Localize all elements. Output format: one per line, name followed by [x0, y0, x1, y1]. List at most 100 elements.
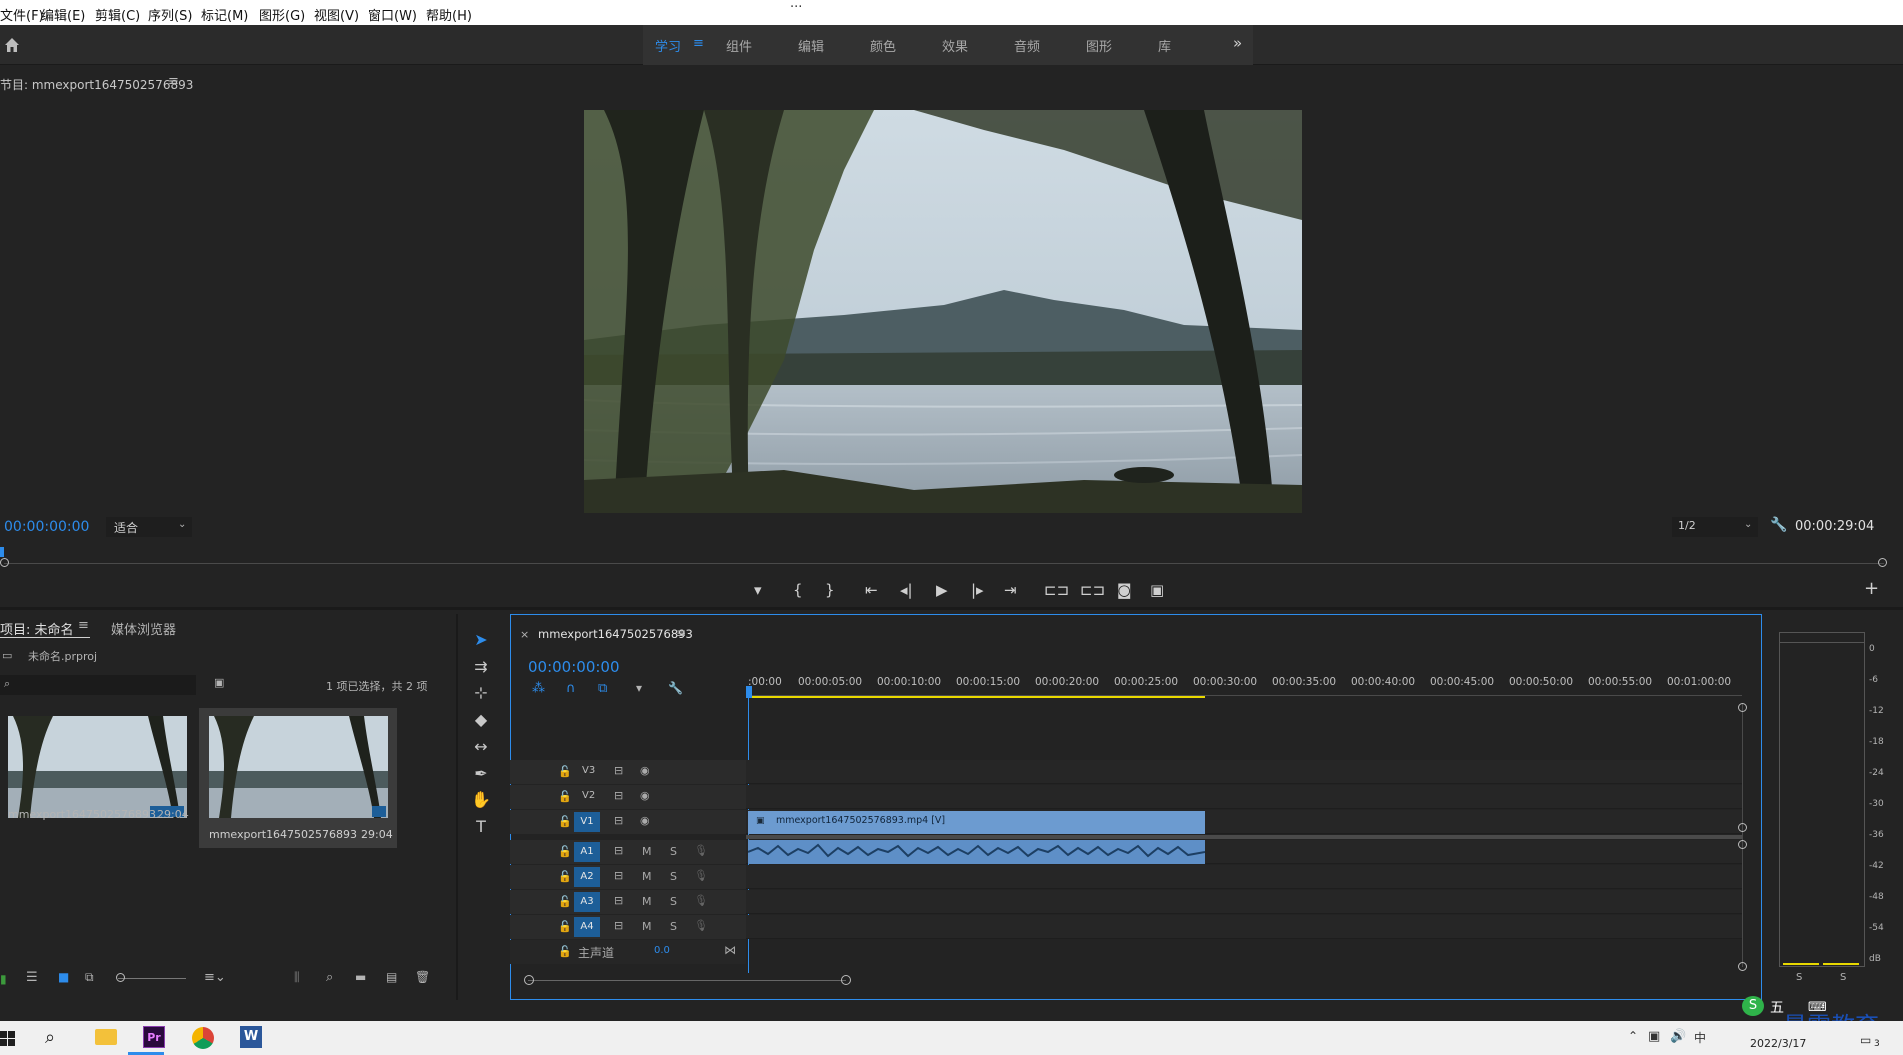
hand-tool-icon[interactable]: ✋	[460, 790, 502, 814]
video-clip[interactable]: ▣ mmexport1647502576893.mp4 [V]	[748, 811, 1205, 834]
type-tool-icon[interactable]: T	[460, 817, 502, 841]
horizontal-scrollbar[interactable]	[528, 980, 846, 981]
film-icon[interactable]: ⊟	[614, 844, 623, 857]
project-item-selected[interactable]: mmexport1647502576893 29:04	[199, 708, 397, 848]
ime-mode-label[interactable]: 五	[1770, 997, 1784, 1017]
film-icon[interactable]: ⊟	[614, 789, 623, 802]
meter-solo-right[interactable]: S	[1840, 972, 1846, 983]
menu-clip[interactable]: 剪辑(C)	[95, 5, 140, 24]
film-icon[interactable]: ⊟	[614, 894, 623, 907]
add-marker-icon[interactable]: ▾	[636, 681, 642, 695]
volume-icon[interactable]: 🔊	[1670, 1029, 1686, 1044]
network-icon[interactable]: ▣	[1648, 1029, 1660, 1044]
lock-icon[interactable]: 🔓	[558, 920, 572, 933]
tab-audio[interactable]: 音频	[1014, 36, 1040, 55]
word-icon[interactable]: W	[240, 1026, 262, 1048]
lock-icon[interactable]: 🔓	[558, 790, 572, 803]
track-label[interactable]: A1	[574, 842, 600, 862]
resolution-select[interactable]: 1/2 ⌄	[1672, 517, 1758, 537]
track-row-v3[interactable]	[746, 760, 1742, 784]
panel-menu-icon[interactable]: ≡	[676, 626, 686, 640]
film-icon[interactable]: ⊟	[614, 919, 623, 932]
solo-button[interactable]: S	[670, 870, 677, 883]
solo-button[interactable]: S	[670, 920, 677, 933]
meter-solo-left[interactable]: S	[1796, 972, 1802, 983]
track-select-tool-icon[interactable]: ⇉	[460, 657, 502, 681]
tab-color[interactable]: 颜色	[870, 36, 896, 55]
track-label[interactable]: A2	[574, 867, 600, 887]
scroll-handle[interactable]	[1738, 840, 1747, 849]
step-forward-icon[interactable]: |▸	[971, 581, 984, 599]
master-volume-value[interactable]: 0.0	[654, 945, 670, 956]
mute-button[interactable]: M	[642, 870, 652, 883]
scrubber-start-handle[interactable]	[0, 558, 9, 567]
film-icon[interactable]: ⊟	[614, 764, 623, 777]
project-item[interactable]: mmexport1647502576893... 29:04	[0, 708, 194, 828]
track-row-a3[interactable]	[746, 890, 1742, 914]
menu-sequence[interactable]: 序列(S)	[148, 5, 192, 24]
microphone-icon[interactable]: 🎙	[694, 844, 708, 857]
icon-view-icon[interactable]: ■	[58, 970, 69, 984]
scroll-handle[interactable]	[1738, 823, 1747, 832]
new-item-icon[interactable]: ▤	[386, 970, 397, 984]
wrench-icon[interactable]: 🔧	[668, 681, 683, 695]
nest-icon[interactable]: ⁂	[532, 681, 545, 696]
fit-select[interactable]: 适合 ⌄	[106, 517, 192, 537]
ripple-edit-tool-icon[interactable]: ⊹	[460, 683, 502, 707]
project-search-input[interactable]: ⌕	[0, 675, 196, 695]
new-search-bin-icon[interactable]: ▣	[214, 676, 224, 689]
language-icon[interactable]: 中	[1694, 1029, 1706, 1046]
sort-icon[interactable]: ≡⌄	[204, 970, 226, 985]
mute-button[interactable]: M	[642, 920, 652, 933]
tab-libraries[interactable]: 库	[1158, 36, 1171, 55]
program-monitor-title[interactable]: 节目: mmexport1647502576893	[0, 76, 193, 93]
tab-media-browser[interactable]: 媒体浏览器	[111, 619, 176, 638]
mark-in-icon[interactable]: {	[793, 581, 803, 599]
work-area-bar[interactable]	[748, 696, 1205, 698]
linked-selection-icon[interactable]: ⧉	[598, 681, 607, 696]
program-current-time[interactable]: 00:00:00:00	[4, 519, 89, 535]
premiere-icon[interactable]: Pr	[143, 1026, 165, 1048]
add-button-icon[interactable]: +	[1864, 578, 1879, 599]
program-scrubber[interactable]	[4, 563, 1884, 564]
scroll-handle[interactable]	[1738, 962, 1747, 971]
microphone-icon[interactable]: 🎙	[694, 869, 708, 882]
menu-view[interactable]: 视图(V)	[314, 5, 359, 24]
go-to-out-icon[interactable]: ⇥	[1004, 581, 1017, 599]
razor-tool-icon[interactable]: ◆	[460, 710, 502, 734]
tab-project[interactable]: 项目: 未命名	[0, 619, 74, 638]
mute-button[interactable]: M	[642, 895, 652, 908]
track-label[interactable]: A3	[574, 892, 600, 912]
add-marker-icon[interactable]: ▾	[754, 581, 762, 599]
list-view-icon[interactable]: ☰	[26, 970, 38, 985]
lock-icon[interactable]: ▮	[0, 972, 7, 986]
lock-icon[interactable]: 🔓	[558, 845, 572, 858]
extract-icon[interactable]: ⊏⊐	[1080, 581, 1105, 599]
export-frame-icon[interactable]: ◙	[1117, 581, 1132, 599]
more-tabs-icon[interactable]: »	[1233, 34, 1242, 52]
mark-out-icon[interactable]: }	[825, 581, 835, 599]
film-icon[interactable]: ⊟	[614, 869, 623, 882]
tab-assembly[interactable]: 组件	[726, 36, 752, 55]
lock-icon[interactable]: 🔓	[558, 895, 572, 908]
film-icon[interactable]: ⊟	[614, 814, 623, 827]
zoom-handle-right[interactable]	[841, 975, 851, 985]
tab-effects[interactable]: 效果	[942, 36, 968, 55]
thumbnail-size-slider[interactable]	[118, 978, 186, 979]
lock-icon[interactable]: 🔓	[558, 870, 572, 883]
play-icon[interactable]: ▶	[936, 581, 948, 599]
timeline-current-time[interactable]: 00:00:00:00	[528, 658, 620, 676]
eye-icon[interactable]: ◉	[640, 814, 650, 827]
lock-icon[interactable]: 🔓	[558, 945, 572, 958]
microphone-icon[interactable]: 🎙	[694, 894, 708, 907]
lock-icon[interactable]: 🔓	[558, 765, 572, 778]
menu-graphics[interactable]: 图形(G)	[259, 5, 305, 24]
scroll-handle[interactable]	[1738, 703, 1747, 712]
taskbar-date[interactable]: 2022/3/17	[1750, 1037, 1806, 1050]
close-icon[interactable]: ×	[520, 628, 529, 641]
step-back-icon[interactable]: ◂|	[900, 581, 913, 599]
track-row-a4[interactable]	[746, 915, 1742, 939]
zoom-handle-left[interactable]	[524, 975, 534, 985]
track-label[interactable]: V1	[574, 812, 600, 832]
slider-handle[interactable]	[116, 973, 125, 982]
